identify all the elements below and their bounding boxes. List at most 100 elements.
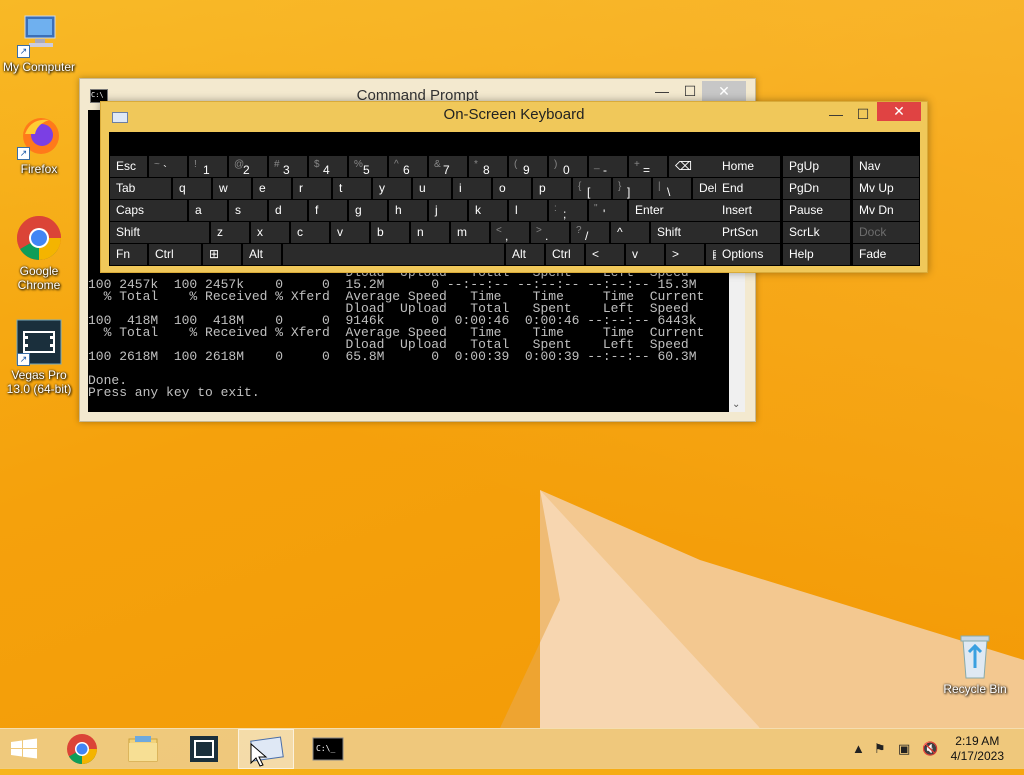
- osk-nav-key[interactable]: Insert: [716, 200, 780, 221]
- osk-key[interactable]: * 8: [469, 156, 507, 177]
- desktop-icon-chrome[interactable]: Google Chrome: [0, 214, 78, 292]
- osk-nav-key[interactable]: Dock: [853, 222, 919, 243]
- osk-key[interactable]: z: [211, 222, 249, 243]
- osk-close-button[interactable]: ✕: [877, 102, 921, 121]
- osk-key[interactable]: t: [333, 178, 371, 199]
- desktop-icon-my-computer[interactable]: ↗ My Computer: [0, 10, 78, 74]
- osk-key[interactable]: v: [331, 222, 369, 243]
- osk-key[interactable]: ! 1: [189, 156, 227, 177]
- osk-key[interactable]: ^: [611, 222, 649, 243]
- osk-minimize-button[interactable]: —: [823, 105, 849, 123]
- osk-key[interactable]: ? /: [571, 222, 609, 243]
- osk-nav-key[interactable]: Nav: [853, 156, 919, 177]
- osk-key[interactable]: v: [626, 244, 664, 265]
- osk-key[interactable]: ⊞: [203, 244, 241, 265]
- cmd-minimize-button[interactable]: —: [648, 81, 676, 101]
- osk-key[interactable]: f: [309, 200, 347, 221]
- osk-nav-key[interactable]: PgUp: [783, 156, 850, 177]
- osk-key[interactable]: <: [586, 244, 624, 265]
- osk-key[interactable]: e: [253, 178, 291, 199]
- osk-key[interactable]: @2: [229, 156, 267, 177]
- osk-key[interactable]: y: [373, 178, 411, 199]
- osk-key[interactable]: s: [229, 200, 267, 221]
- osk-key[interactable]: }]: [613, 178, 651, 199]
- osk-key[interactable]: {[: [573, 178, 611, 199]
- osk-key[interactable]: Shift: [110, 222, 209, 243]
- cmd-maximize-button[interactable]: ☐: [676, 81, 704, 101]
- osk-key[interactable]: :;: [549, 200, 587, 221]
- osk-key[interactable]: d: [269, 200, 307, 221]
- taskbar-on-screen-keyboard[interactable]: [238, 729, 294, 769]
- volume-muted-icon[interactable]: 🔇: [922, 741, 938, 757]
- osk-key[interactable]: | \: [653, 178, 691, 199]
- taskbar-chrome[interactable]: [54, 729, 110, 769]
- desktop-icon-firefox[interactable]: ↗ Firefox: [0, 112, 78, 176]
- osk-key[interactable]: [283, 244, 504, 265]
- osk-nav-key[interactable]: Mv Dn: [853, 200, 919, 221]
- start-button[interactable]: [0, 729, 56, 769]
- osk-nav-key[interactable]: Pause: [783, 200, 850, 221]
- osk-key[interactable]: Caps: [110, 200, 187, 221]
- osk-key[interactable]: l: [509, 200, 547, 221]
- osk-key[interactable]: u: [413, 178, 451, 199]
- taskbar-file-explorer[interactable]: [115, 729, 171, 769]
- osk-key[interactable]: ^ 6: [389, 156, 427, 177]
- osk-key[interactable]: r: [293, 178, 331, 199]
- osk-key[interactable]: Ctrl: [546, 244, 584, 265]
- osk-key[interactable]: + =: [629, 156, 667, 177]
- desktop-icon-recycle-bin[interactable]: Recycle Bin: [936, 632, 1014, 696]
- osk-key[interactable]: w: [213, 178, 251, 199]
- osk-key[interactable]: Alt: [506, 244, 544, 265]
- osk-key[interactable]: <,: [491, 222, 529, 243]
- osk-key[interactable]: n: [411, 222, 449, 243]
- osk-key[interactable]: _ -: [589, 156, 627, 177]
- on-screen-keyboard-window[interactable]: On-Screen Keyboard — ☐ ✕ Esc ~ `! 1 @2 #3 $4% 5…: [100, 101, 928, 273]
- osk-key[interactable]: x: [251, 222, 289, 243]
- osk-key[interactable]: j: [429, 200, 467, 221]
- osk-key[interactable]: ) 0: [549, 156, 587, 177]
- osk-key[interactable]: $4: [309, 156, 347, 177]
- osk-key[interactable]: Esc: [110, 156, 147, 177]
- osk-key[interactable]: (9: [509, 156, 547, 177]
- osk-nav-key[interactable]: Mv Up: [853, 178, 919, 199]
- osk-key[interactable]: >.: [531, 222, 569, 243]
- osk-nav-key[interactable]: PgDn: [783, 178, 850, 199]
- osk-nav-key[interactable]: Home: [716, 156, 780, 177]
- osk-nav-key[interactable]: Options: [716, 244, 780, 265]
- osk-nav-key[interactable]: Fade: [853, 244, 919, 265]
- osk-key[interactable]: & 7: [429, 156, 467, 177]
- osk-key[interactable]: Alt: [243, 244, 281, 265]
- osk-key[interactable]: g: [349, 200, 387, 221]
- osk-nav-key[interactable]: End: [716, 178, 780, 199]
- osk-key[interactable]: o: [493, 178, 531, 199]
- osk-key[interactable]: i: [453, 178, 491, 199]
- osk-key[interactable]: p: [533, 178, 571, 199]
- action-center-flag-icon[interactable]: ⚑: [874, 741, 886, 757]
- osk-key[interactable]: h: [389, 200, 427, 221]
- osk-key[interactable]: a: [189, 200, 227, 221]
- osk-maximize-button[interactable]: ☐: [850, 105, 876, 123]
- osk-nav-key[interactable]: Help: [783, 244, 850, 265]
- cmd-close-button[interactable]: ✕: [702, 81, 746, 101]
- scroll-down-icon[interactable]: ⌄: [732, 399, 740, 410]
- osk-key[interactable]: q: [173, 178, 211, 199]
- network-icon[interactable]: ▣: [898, 741, 910, 757]
- osk-key[interactable]: Ctrl: [149, 244, 201, 265]
- osk-key[interactable]: #3: [269, 156, 307, 177]
- osk-key[interactable]: ~ `: [149, 156, 187, 177]
- taskbar-command-prompt[interactable]: C:\_: [300, 729, 356, 769]
- taskbar-vegas-pro[interactable]: [177, 729, 233, 769]
- osk-key[interactable]: c: [291, 222, 329, 243]
- osk-key[interactable]: " ': [589, 200, 627, 221]
- show-hidden-icons-icon[interactable]: ▲: [852, 741, 865, 756]
- osk-key[interactable]: k: [469, 200, 507, 221]
- osk-nav-key[interactable]: ScrLk: [783, 222, 850, 243]
- system-clock[interactable]: 2:19 AM 4/17/2023: [951, 734, 1004, 764]
- osk-key[interactable]: m: [451, 222, 489, 243]
- osk-key[interactable]: b: [371, 222, 409, 243]
- osk-key[interactable]: Fn: [110, 244, 147, 265]
- osk-key[interactable]: Tab: [110, 178, 171, 199]
- desktop-icon-vegas-pro[interactable]: ↗ Vegas Pro 13.0 (64-bit): [0, 318, 78, 396]
- osk-nav-key[interactable]: PrtScn: [716, 222, 780, 243]
- osk-key[interactable]: % 5: [349, 156, 387, 177]
